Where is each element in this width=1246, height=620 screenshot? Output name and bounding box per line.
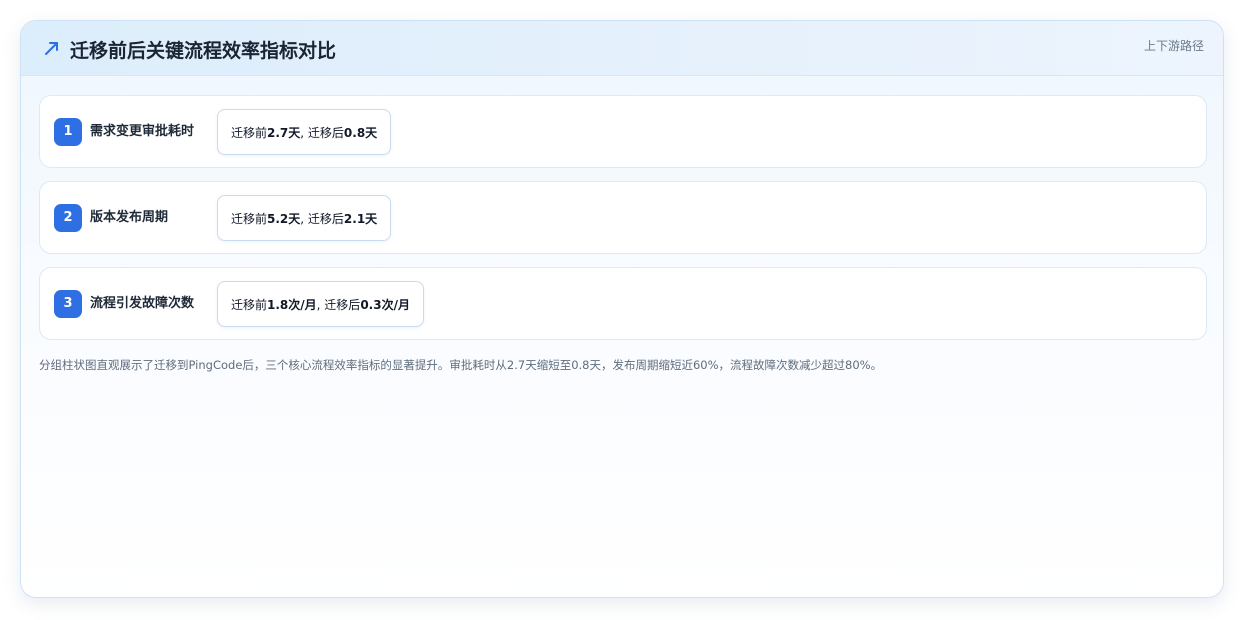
metric-index-badge: 3 (54, 290, 82, 318)
after-prefix: , 迁移后 (300, 125, 344, 140)
card-header: 迁移前后关键流程效率指标对比 上下游路径 (21, 21, 1223, 76)
metric-value-pill: 迁移前 1.8次/月, 迁移后 0.3次/月 (217, 281, 424, 327)
metric-label: 版本发布周期 (90, 210, 169, 225)
metric-index-badge: 2 (54, 204, 82, 232)
after-value: 0.8天 (343, 125, 378, 140)
after-prefix: , 迁移后 (316, 297, 361, 312)
trend-arrow-icon (45, 42, 58, 55)
card-title: 迁移前后关键流程效率指标对比 (70, 40, 337, 62)
before-prefix: 迁移前 (231, 211, 268, 226)
after-prefix: , 迁移后 (300, 211, 344, 226)
metric-row: 2 版本发布周期 迁移前 5.2天, 迁移后 2.1天 (39, 181, 1207, 254)
after-value: 0.3次/月 (360, 297, 410, 312)
metric-value-pill: 迁移前 2.7天, 迁移后 0.8天 (217, 109, 392, 155)
chart-caption: 分组柱状图直观展示了迁移到PingCode后，三个核心流程效率指标的显著提升。审… (39, 358, 883, 372)
before-prefix: 迁移前 (231, 125, 268, 140)
before-value: 1.8次/月 (267, 297, 317, 312)
after-value: 2.1天 (343, 211, 378, 226)
metrics-card: 迁移前后关键流程效率指标对比 上下游路径 1 需求变更审批耗时 迁移前 2.7天… (20, 20, 1224, 598)
path-tag-link[interactable]: 上下游路径 (1144, 37, 1204, 54)
metric-row: 3 流程引发故障次数 迁移前 1.8次/月, 迁移后 0.3次/月 (39, 267, 1207, 340)
metric-value-pill: 迁移前 5.2天, 迁移后 2.1天 (217, 195, 392, 241)
before-value: 2.7天 (267, 125, 301, 140)
before-value: 5.2天 (267, 211, 301, 226)
metric-label: 流程引发故障次数 (90, 296, 195, 311)
metric-label: 需求变更审批耗时 (90, 124, 195, 139)
before-prefix: 迁移前 (231, 297, 268, 312)
metric-row: 1 需求变更审批耗时 迁移前 2.7天, 迁移后 0.8天 (39, 95, 1207, 168)
metric-index-badge: 1 (54, 118, 82, 146)
